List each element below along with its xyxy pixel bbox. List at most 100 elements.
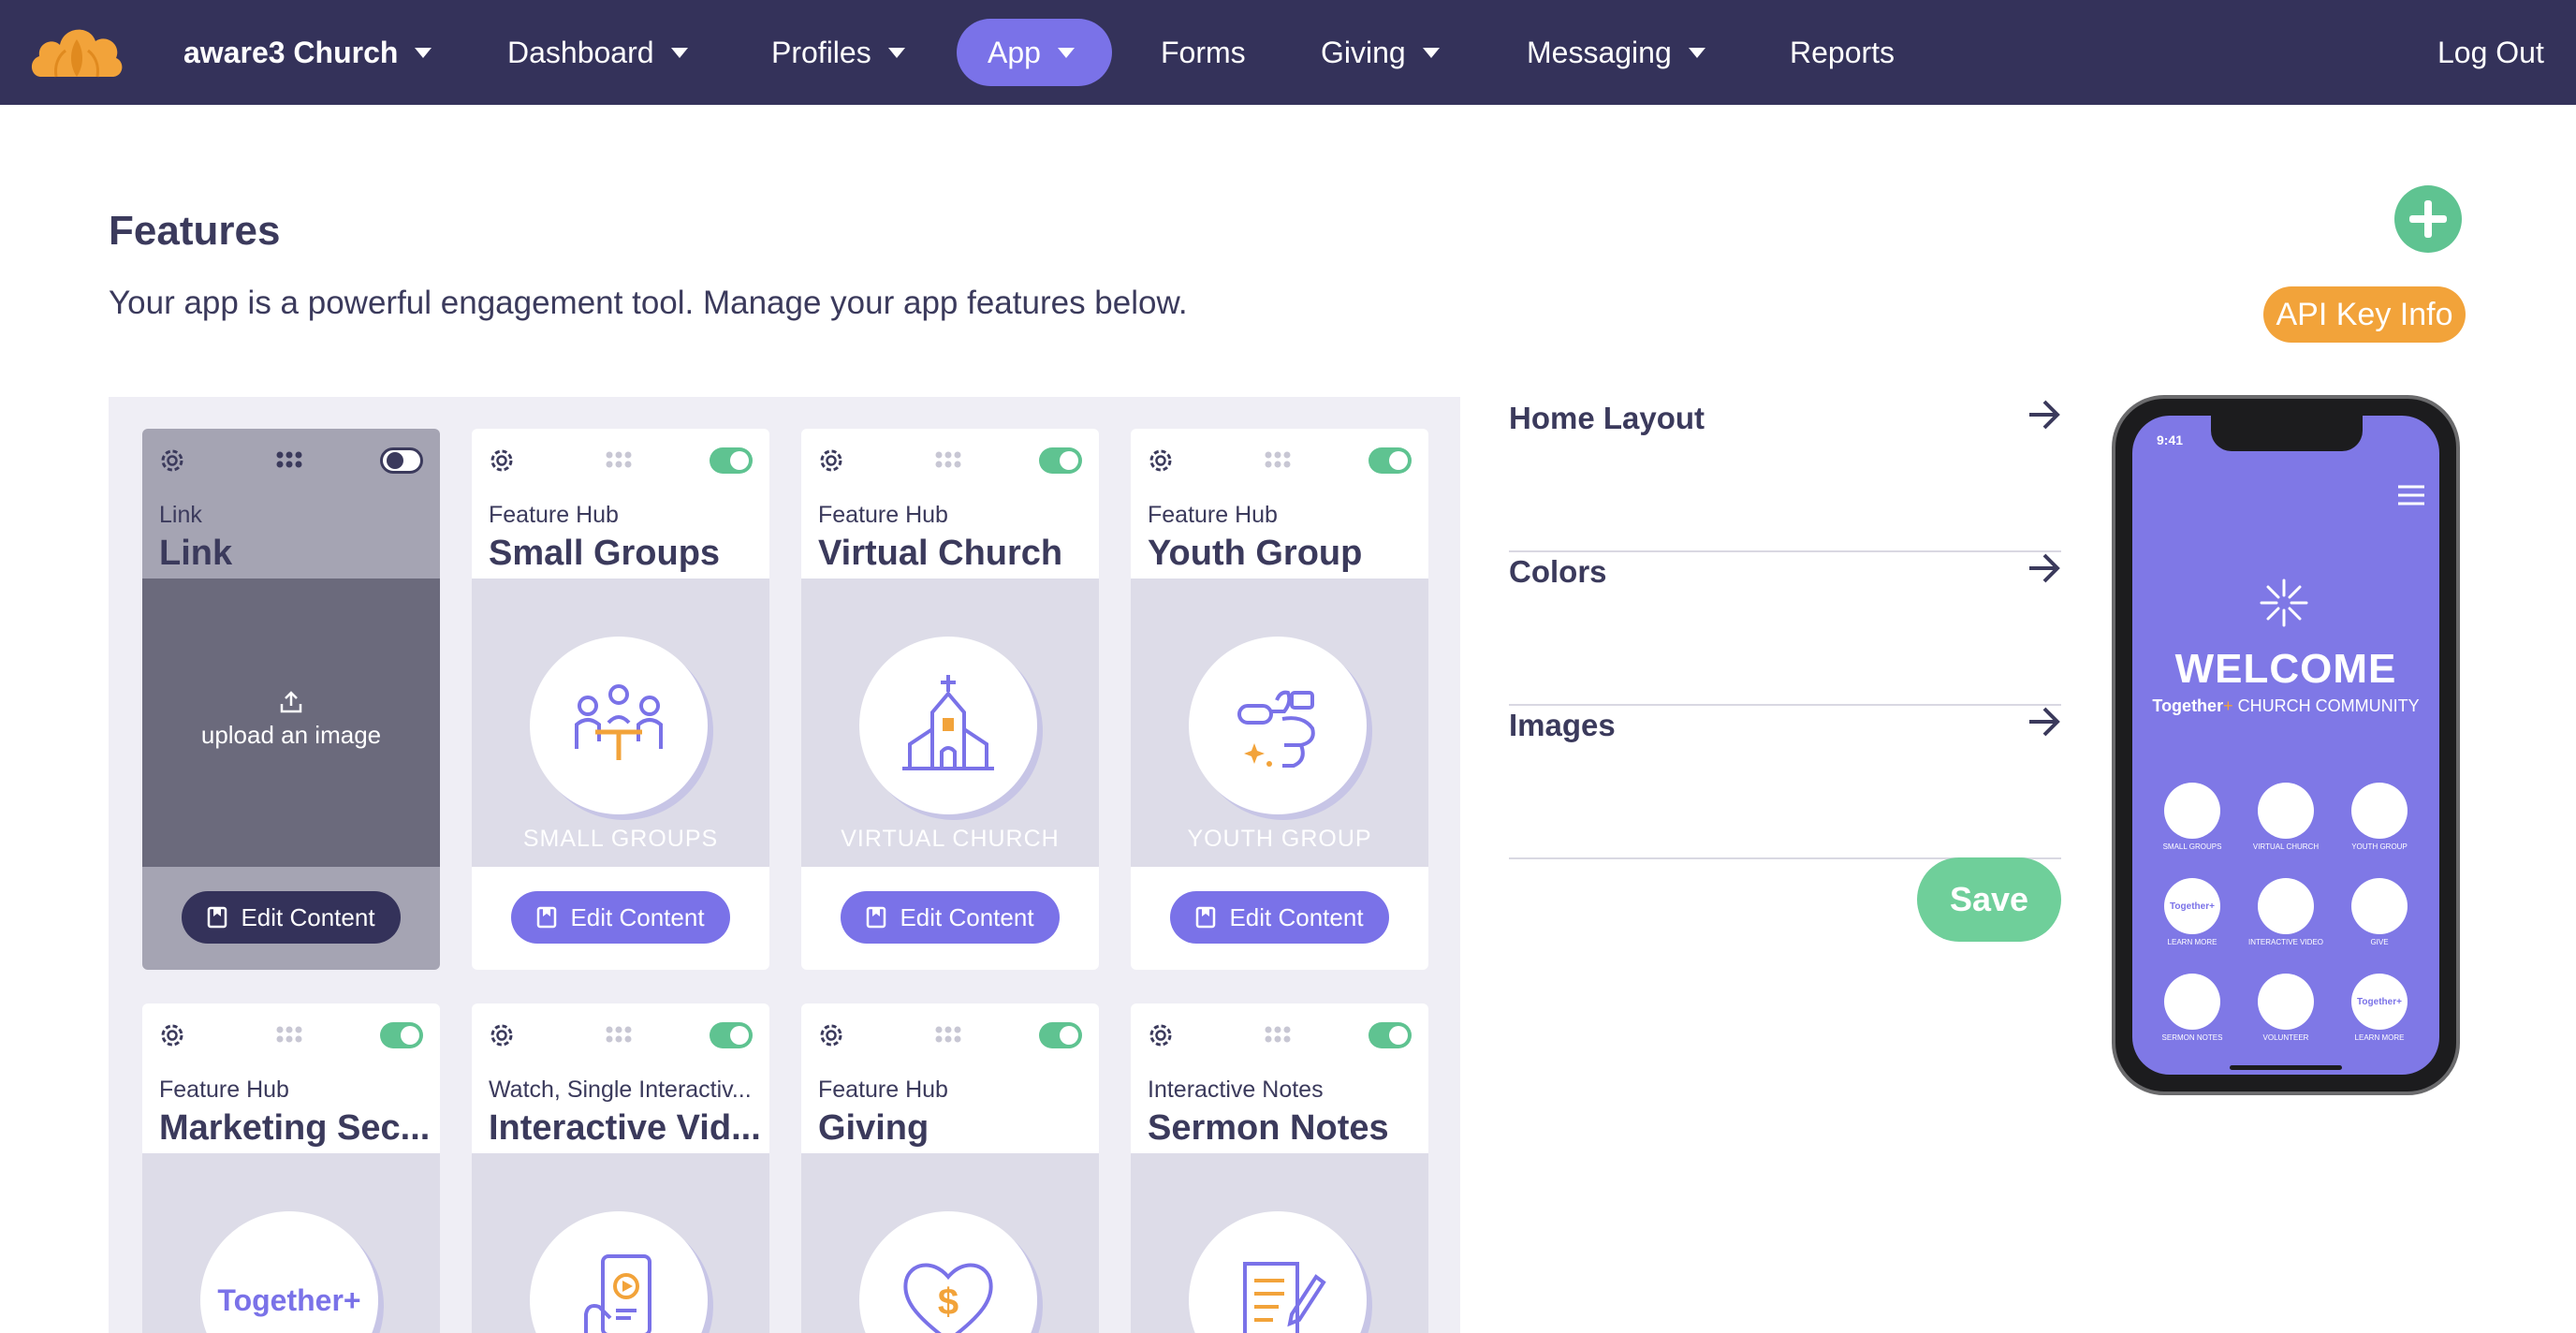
settings-row-home-layout[interactable]: Home Layout [1509,399,2061,552]
feature-card-youth-group[interactable]: Feature Hub Youth Group YOUTH GROUP Edit… [1131,429,1428,970]
feature-card-sermon-notes[interactable]: Interactive Notes Sermon Notes [1131,1003,1428,1333]
gear-icon[interactable] [1146,1020,1176,1050]
edit-content-button[interactable]: Edit Content [182,891,401,944]
gear-icon[interactable] [1146,446,1176,476]
phone-tile [2258,974,2314,1030]
edit-content-label: Edit Content [1229,902,1364,931]
add-feature-button[interactable] [2394,185,2462,253]
feature-image-circle: Together+ [200,1211,378,1333]
upload-icon [280,691,302,713]
feature-type: Feature Hub [159,1077,289,1103]
phone-tile-label: VIRTUAL CHURCH [2252,842,2320,851]
nav-item-label: Profiles [771,35,871,69]
feature-card-marketing[interactable]: Feature Hub Marketing Sec... Together+ [142,1003,440,1333]
cloud-logo-icon[interactable] [28,19,125,81]
upload-label: upload an image [200,721,382,749]
drag-handle-icon[interactable] [934,449,962,470]
nav-church-switcher[interactable]: aware3 Church [183,19,432,86]
drag-handle-icon[interactable] [934,1024,962,1045]
feature-card-link[interactable]: Link Link upload an image Edit Content [142,429,440,970]
feature-card-giving[interactable]: Feature Hub Giving $ [801,1003,1099,1333]
feature-image-area[interactable] [1131,1153,1428,1333]
chevron-down-icon [415,47,432,58]
gear-icon[interactable] [487,446,517,476]
feature-name: Small Groups [489,534,721,573]
nav-item-giving[interactable]: Giving [1321,19,1440,86]
feature-image-area[interactable]: upload an image [142,579,440,867]
drag-handle-icon[interactable] [1264,449,1292,470]
feature-image-area[interactable]: SMALL GROUPS [472,579,769,867]
feature-toggle[interactable] [1039,447,1082,474]
phone-tile: Together+ [2164,878,2220,934]
feature-toggle[interactable] [380,447,423,474]
feature-toggle[interactable] [710,1022,753,1048]
youth-group-icon [1237,690,1315,768]
gear-icon[interactable] [487,1020,517,1050]
feature-image-area[interactable]: YOUTH GROUP [1131,579,1428,867]
nav-item-label: Messaging [1527,35,1672,69]
hamburger-menu-icon [2398,485,2424,505]
feature-image-circle [530,637,708,814]
plus-icon [2409,200,2447,238]
feature-image-circle [859,637,1037,814]
feature-image-circle: $ [859,1211,1037,1333]
small-groups-icon [575,684,663,760]
phone-tagline: Together+ CHURCH COMMUNITY [2132,696,2439,716]
edit-document-icon [867,906,886,929]
feature-image-area[interactable]: VIRTUAL CHURCH [801,579,1099,867]
tagline-plus: + [2223,696,2233,715]
nav-item-app[interactable]: App [988,19,1075,86]
gear-icon[interactable] [157,446,187,476]
feature-toggle[interactable] [1039,1022,1082,1048]
feature-image-label: VIRTUAL CHURCH [841,826,1060,852]
drag-handle-icon[interactable] [1264,1024,1292,1045]
nav-item-forms[interactable]: Forms [1161,19,1246,86]
phone-tile [2351,783,2408,839]
feature-card-virtual-church[interactable]: Feature Hub Virtual Church VIRTUAL CHURC… [801,429,1099,970]
feature-card-interactive-video[interactable]: Watch, Single Interactiv... Interactive … [472,1003,769,1333]
drag-handle-icon[interactable] [275,449,303,470]
edit-content-button[interactable]: Edit Content [841,891,1060,944]
phone-preview: 9:41 WELCOME Together+ CHURCH COMMUNITY … [2112,395,2460,1095]
settings-row-images[interactable]: Images [1509,706,2061,859]
gear-icon[interactable] [816,1020,846,1050]
gear-icon[interactable] [816,446,846,476]
nav-item-dashboard[interactable]: Dashboard [507,19,688,86]
drag-handle-icon[interactable] [605,449,633,470]
feature-type: Feature Hub [1148,502,1278,528]
edit-content-button[interactable]: Edit Content [1170,891,1389,944]
gear-icon[interactable] [157,1020,187,1050]
feature-name: Link [159,534,233,573]
feature-name: Youth Group [1148,534,1363,573]
feature-image-area[interactable]: Together+ [142,1153,440,1333]
phone-welcome: WELCOME [2174,646,2397,692]
feature-name: Marketing Sec... [159,1108,431,1148]
feature-toggle[interactable] [380,1022,423,1048]
feature-card-small-groups[interactable]: Feature Hub Small Groups SMALL GROUPS Ed… [472,429,769,970]
phone-tile [2258,783,2314,839]
feature-toggle[interactable] [1368,1022,1412,1048]
save-button[interactable]: Save [1917,857,2061,942]
feature-image-area[interactable]: $ [801,1153,1099,1333]
feature-type: Link [159,502,202,528]
chevron-down-icon [670,47,688,58]
feature-image-area[interactable] [472,1153,769,1333]
nav-item-messaging[interactable]: Messaging [1527,19,1705,86]
drag-handle-icon[interactable] [605,1024,633,1045]
edit-content-button[interactable]: Edit Content [511,891,730,944]
api-key-info-button[interactable]: API Key Info [2263,286,2466,343]
chevron-down-icon [1422,47,1440,58]
arrow-right-icon [2029,400,2060,430]
feature-toggle[interactable] [1368,447,1412,474]
phone-tile-label: VOLUNTEER [2262,1033,2309,1042]
settings-row-colors[interactable]: Colors [1509,552,2061,706]
upload-image-prompt[interactable]: upload an image [142,689,440,750]
drag-handle-icon[interactable] [275,1024,303,1045]
nav-item-reports[interactable]: Reports [1790,19,1895,86]
nav-item-profiles[interactable]: Profiles [771,19,905,86]
phone-tile-label: LEARN MORE [2167,938,2217,946]
feature-image-label: SMALL GROUPS [522,826,719,852]
feature-toggle[interactable] [710,447,753,474]
logout-link[interactable]: Log Out [2437,19,2544,86]
nav-item-label: Reports [1790,35,1895,69]
